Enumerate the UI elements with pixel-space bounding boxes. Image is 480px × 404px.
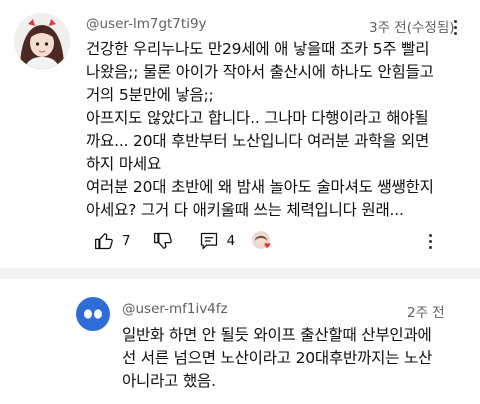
thumbs-up-icon: [95, 233, 113, 250]
comment-text: 건강한 우리누나도 만29세에 애 낳을때 조카 5주 빨리 나왔음;; 물론 …: [86, 40, 434, 219]
reply-button[interactable]: 4: [199, 231, 236, 251]
more-options-icon[interactable]: [452, 20, 458, 35]
reply-author-avatar[interactable]: [76, 297, 110, 331]
reply-count: 4: [226, 233, 236, 249]
thumbs-down-icon: [153, 232, 172, 249]
eyes-icon: [84, 309, 102, 319]
dislike-button[interactable]: [153, 231, 173, 251]
like-button[interactable]: 7: [94, 231, 131, 251]
reply-comment-icon: [200, 232, 217, 250]
comment-timestamp: 3주 전(수정됨): [369, 20, 455, 36]
reply-text: 일반화 하면 안 될듯 와이프 출산할때 산부인과에 선 서른 넘으면 노산이라…: [122, 326, 433, 390]
more-options-icon[interactable]: [427, 234, 433, 249]
comment-actions: 7 4: [94, 230, 235, 252]
user-photo-icon: [14, 13, 70, 69]
comment-author[interactable]: @user-lm7gt7ti9y: [86, 16, 207, 32]
user-avatar[interactable]: [14, 13, 70, 69]
section-divider: [0, 268, 480, 279]
reply-author[interactable]: @user-mf1iv4fz: [122, 301, 228, 317]
like-count: 7: [122, 233, 131, 249]
creator-heart-badge: [251, 230, 273, 252]
creator-heart-icon: [252, 231, 271, 249]
reply-timestamp: 2주 전: [407, 305, 445, 321]
